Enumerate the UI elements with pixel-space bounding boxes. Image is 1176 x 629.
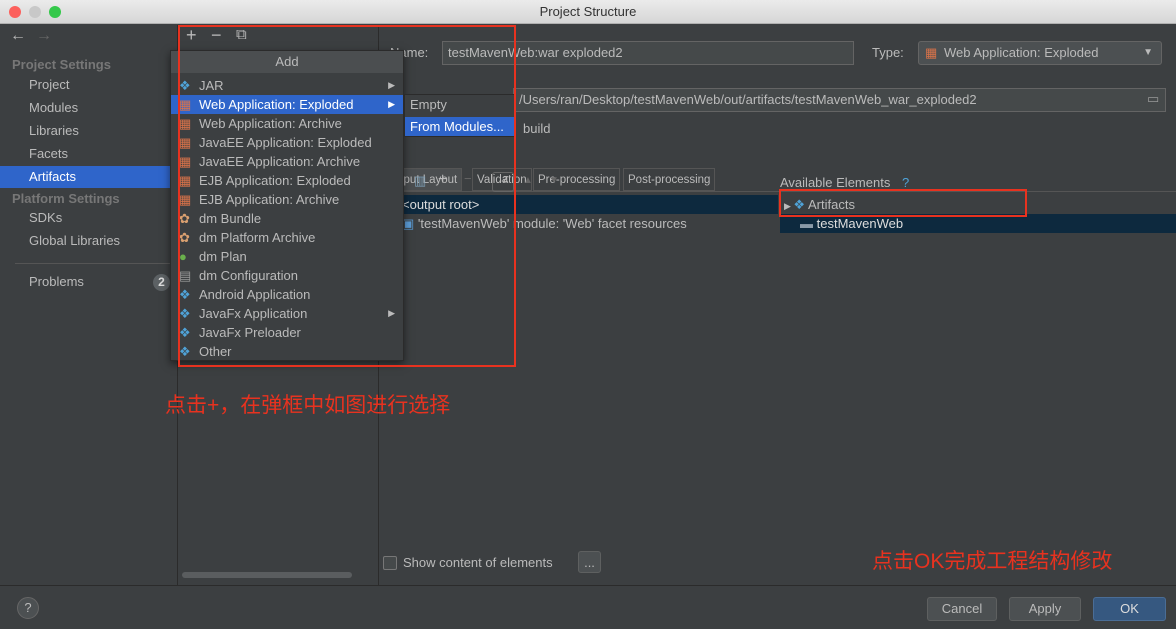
- type-value: Web Application: Exploded: [944, 45, 1099, 60]
- sidebar-item-facets[interactable]: Facets: [0, 143, 170, 165]
- back-icon[interactable]: ←: [10, 27, 26, 45]
- sidebar-item-global-libraries[interactable]: Global Libraries: [0, 230, 170, 252]
- sidebar-item-libraries[interactable]: Libraries: [0, 120, 170, 142]
- move-up-icon[interactable]: ▲: [523, 175, 533, 186]
- annotation-box-artifacts: [779, 189, 1027, 217]
- more-button[interactable]: ...: [578, 551, 601, 573]
- output-directory-input[interactable]: /Users/ran/Desktop/testMavenWeb/out/arti…: [513, 88, 1166, 112]
- divider: [15, 263, 170, 264]
- sidebar: ← → Project Settings Project Modules Lib…: [0, 25, 178, 585]
- horizontal-scrollbar[interactable]: [182, 572, 352, 578]
- window-title: Project Structure: [539, 4, 637, 19]
- problems-count-badge: 2: [153, 274, 170, 291]
- sidebar-item-sdks[interactable]: SDKs: [0, 207, 170, 229]
- sidebar-item-modules[interactable]: Modules: [0, 97, 170, 119]
- move-down-icon[interactable]: ▼: [549, 175, 559, 186]
- web-app-icon: ▦: [925, 45, 938, 60]
- available-item-label: testMavenWeb: [816, 216, 904, 231]
- section-platform-settings: Platform Settings: [12, 191, 120, 206]
- sidebar-item-project[interactable]: Project: [0, 74, 170, 96]
- annotation-text-ok: 点击OK完成工程结构修改: [872, 550, 1113, 573]
- include-in-build-label: build: [523, 121, 551, 136]
- help-button[interactable]: ?: [17, 597, 39, 619]
- zoom-window-button[interactable]: [49, 6, 61, 18]
- close-window-button[interactable]: [9, 6, 21, 18]
- annotation-box-add: [178, 25, 516, 367]
- sidebar-item-artifacts[interactable]: Artifacts: [0, 166, 170, 188]
- chevron-down-icon: ▼: [1143, 47, 1153, 58]
- module-folder-icon: ▬: [800, 216, 813, 231]
- cancel-button[interactable]: Cancel: [927, 597, 997, 621]
- apply-button[interactable]: Apply: [1009, 597, 1081, 621]
- annotation-text-add: 点击+，在弹框中如图进行选择: [165, 394, 451, 417]
- sidebar-item-problems[interactable]: Problems: [0, 271, 170, 293]
- section-project-settings: Project Settings: [12, 57, 111, 72]
- forward-icon[interactable]: →: [36, 27, 52, 45]
- show-content-label: Show content of elements: [403, 555, 553, 570]
- type-label: Type:: [872, 45, 904, 60]
- bottom-bar: ? Cancel Apply OK: [0, 585, 1176, 629]
- ok-button[interactable]: OK: [1093, 597, 1166, 621]
- tab-post-processing[interactable]: Post-processing: [623, 168, 716, 191]
- tab-pre-processing[interactable]: Pre-processing: [533, 168, 621, 191]
- help-icon[interactable]: ?: [902, 175, 909, 190]
- show-content-checkbox[interactable]: [383, 556, 397, 570]
- minimize-window-button[interactable]: [29, 6, 41, 18]
- type-select[interactable]: ▦ Web Application: Exploded ▼: [918, 41, 1162, 65]
- title-bar: Project Structure: [0, 0, 1176, 24]
- available-elements-title: Available Elements: [780, 175, 891, 190]
- folder-icon[interactable]: ▭: [1147, 91, 1159, 107]
